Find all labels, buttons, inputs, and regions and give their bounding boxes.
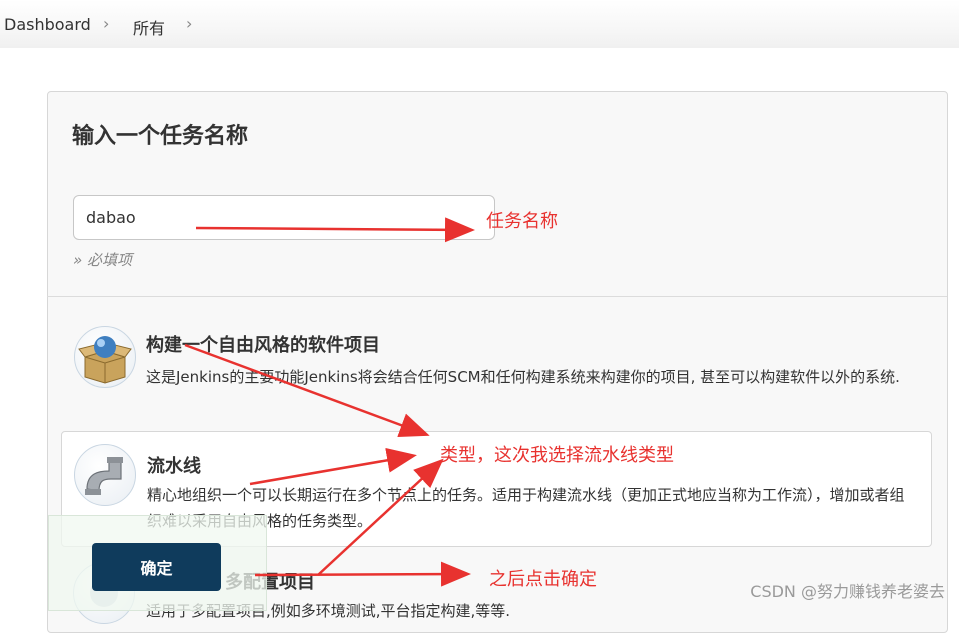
- arrow-ok-to-type: [317, 458, 444, 576]
- annotation-arrows: [184, 217, 475, 587]
- annotation-type: 类型，这次我选择流水线类型: [440, 445, 674, 466]
- watermark: CSDN @努力赚钱养老婆去: [750, 582, 945, 601]
- arrow-pipeline-to-type: [249, 447, 417, 486]
- arrow-to-then-ok: [254, 561, 471, 587]
- arrow-to-task-name: [195, 217, 475, 243]
- annotation-task-name: 任务名称: [486, 211, 558, 232]
- annotation-then-ok: 之后点击确定: [489, 569, 597, 590]
- arrow-freestyle-to-type: [184, 343, 430, 438]
